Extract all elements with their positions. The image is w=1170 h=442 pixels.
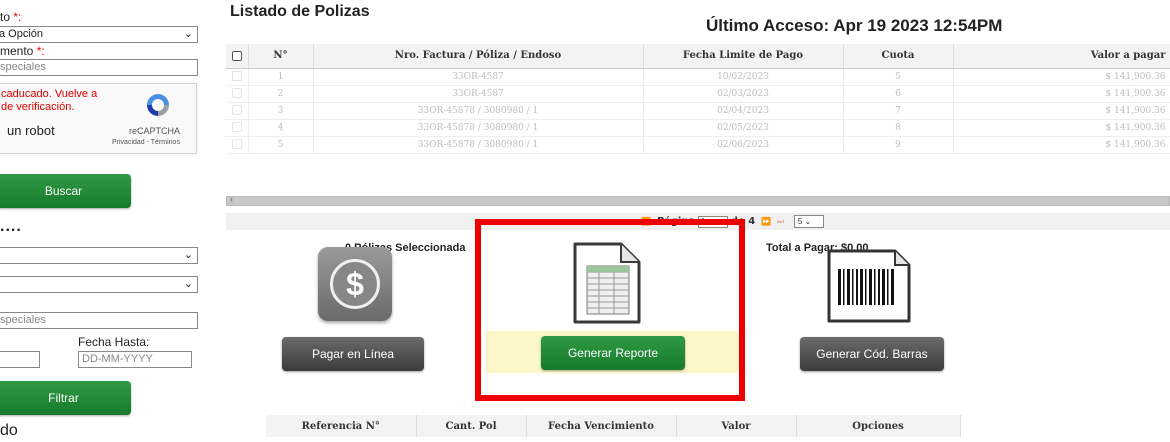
- cell-cuota: 9: [843, 136, 954, 154]
- col-cant[interactable]: Cant. Pol: [416, 415, 527, 437]
- section-heading-bottom: do: [0, 422, 18, 439]
- table-row[interactable]: 3 33OR-45878 / 3080980 / 1 02/04/2023 7 …: [226, 102, 1170, 120]
- references-header-row: Referencia N° Cant. Pol Fecha Vencimient…: [266, 415, 961, 437]
- cell-num: 5: [248, 136, 314, 154]
- col-fecha[interactable]: Fecha Limite de Pago: [643, 44, 844, 69]
- chevron-down-icon: ⌄: [183, 278, 193, 290]
- recaptcha-widget[interactable]: caducado. Vuelve a de verificación. un r…: [0, 83, 197, 154]
- cell-fecha: 10/02/2023: [643, 68, 844, 86]
- grid-header-row: N° Nro. Factura / Póliza / Endoso Fecha …: [226, 44, 1170, 69]
- policies-grid: N° Nro. Factura / Póliza / Endoso Fecha …: [226, 44, 1170, 154]
- filter-select-2[interactable]: ⌄: [0, 276, 198, 293]
- dollar-icon[interactable]: $: [318, 247, 392, 321]
- cell-fecha: 02/03/2023: [643, 85, 844, 103]
- date-to-input[interactable]: DD-MM-YYYY: [78, 351, 192, 368]
- cell-factura: 33OR-45878 / 3080980 / 1: [313, 102, 644, 120]
- search-button[interactable]: Buscar: [0, 174, 131, 208]
- option-select[interactable]: a Opción ⌄: [0, 26, 198, 43]
- cell-cuota: 7: [843, 102, 954, 120]
- cell-factura: 33OR-4587: [313, 68, 644, 86]
- last-page-icon[interactable]: ⏭: [777, 217, 784, 226]
- row-checkbox[interactable]: [231, 122, 242, 133]
- col-venc[interactable]: Fecha Vencimiento: [526, 415, 677, 437]
- row-select-cell: [226, 68, 249, 86]
- document-input[interactable]: speciales: [0, 59, 198, 76]
- barcode-icon[interactable]: [823, 247, 915, 325]
- row-checkbox[interactable]: [231, 71, 242, 82]
- cell-factura: 33OR-45878 / 3080980 / 1: [313, 119, 644, 137]
- page-size-select[interactable]: 5 ⌄: [793, 215, 824, 228]
- filter-select-1[interactable]: ⌄: [0, 247, 198, 264]
- cell-factura: 33OR-45878 / 3080980 / 1: [313, 136, 644, 154]
- cell-cuota: 5: [843, 68, 954, 86]
- row-select-cell: [226, 85, 249, 103]
- col-cuota[interactable]: Cuota: [843, 44, 954, 69]
- row-select-cell: [226, 136, 249, 154]
- filter-sidebar: to *: a Opción ⌄ mento *: speciales cadu…: [0, 0, 210, 442]
- field-label-2: mento *:: [0, 44, 45, 58]
- cell-cuota: 6: [843, 85, 954, 103]
- col-valor[interactable]: Valor a pagar: [953, 44, 1170, 69]
- captcha-robot-label[interactable]: un robot: [7, 123, 55, 138]
- cell-fecha: 02/04/2023: [643, 102, 844, 120]
- cell-valor: $ 141,900.36: [953, 136, 1170, 154]
- cell-num: 3: [248, 102, 314, 120]
- cell-fecha: 02/05/2023: [643, 119, 844, 137]
- cell-num: 4: [248, 119, 314, 137]
- horizontal-scrollbar[interactable]: ‹: [226, 194, 1170, 206]
- table-row[interactable]: 5 33OR-45878 / 3080980 / 1 02/06/2023 9 …: [226, 136, 1170, 154]
- date-from-input[interactable]: [0, 351, 40, 368]
- captcha-error: caducado. Vuelve a de verificación.: [1, 88, 98, 113]
- filter-document-input[interactable]: speciales: [0, 312, 198, 329]
- chevron-down-icon: ⌄: [804, 217, 812, 226]
- col-factura[interactable]: Nro. Factura / Póliza / Endoso: [313, 44, 644, 69]
- cell-valor: $ 141,900.36: [953, 68, 1170, 86]
- cell-factura: 33OR-4587: [313, 85, 644, 103]
- table-row[interactable]: 1 33OR-4587 10/02/2023 5 $ 141,900.36: [226, 68, 1170, 86]
- table-row[interactable]: 2 33OR-4587 02/03/2023 6 $ 141,900.36: [226, 85, 1170, 103]
- date-to-label: Fecha Hasta:: [78, 335, 150, 349]
- section-heading: ....: [0, 218, 22, 235]
- last-access: Último Acceso: Apr 19 2023 12:54PM: [706, 16, 1003, 35]
- pay-online-button[interactable]: Pagar en Línea: [282, 337, 424, 371]
- cell-valor: $ 141,900.36: [953, 119, 1170, 137]
- generate-barcode-button[interactable]: Generar Cód. Barras: [800, 337, 944, 371]
- row-checkbox[interactable]: [231, 105, 242, 116]
- chevron-down-icon: ⌄: [183, 249, 193, 261]
- cell-valor: $ 141,900.36: [953, 85, 1170, 103]
- col-ref[interactable]: Referencia N°: [266, 415, 417, 437]
- filter-button[interactable]: Filtrar: [0, 381, 131, 415]
- next-page-icon[interactable]: ⏩: [761, 217, 771, 226]
- table-row[interactable]: 4 33OR-45878 / 3080980 / 1 02/05/2023 8 …: [226, 119, 1170, 137]
- cell-num: 1: [248, 68, 314, 86]
- col-opciones[interactable]: Opciones: [796, 415, 961, 437]
- col-num[interactable]: N°: [248, 44, 314, 69]
- page-title: Listado de Polizas: [230, 3, 370, 20]
- row-select-cell: [226, 102, 249, 120]
- recaptcha-brand: reCAPTCHA: [129, 126, 181, 136]
- row-select-cell: [226, 119, 249, 137]
- field-label-1: to *:: [0, 10, 22, 24]
- annotation-highlight-box: [475, 219, 745, 401]
- select-all-header: [226, 44, 249, 69]
- scroll-left-arrow-icon[interactable]: ‹: [230, 194, 233, 204]
- cell-cuota: 8: [843, 119, 954, 137]
- row-checkbox[interactable]: [231, 139, 242, 150]
- select-all-checkbox[interactable]: [231, 50, 242, 61]
- cell-num: 2: [248, 85, 314, 103]
- recaptcha-logo-icon: [147, 94, 169, 116]
- references-table: Referencia N° Cant. Pol Fecha Vencimient…: [266, 415, 961, 437]
- col-valor-ref[interactable]: Valor: [676, 415, 797, 437]
- row-checkbox[interactable]: [231, 88, 242, 99]
- cell-valor: $ 141,900.36: [953, 102, 1170, 120]
- recaptcha-links[interactable]: Privacidad - Términos: [112, 139, 180, 146]
- chevron-down-icon: ⌄: [183, 28, 193, 40]
- cell-fecha: 02/06/2023: [643, 136, 844, 154]
